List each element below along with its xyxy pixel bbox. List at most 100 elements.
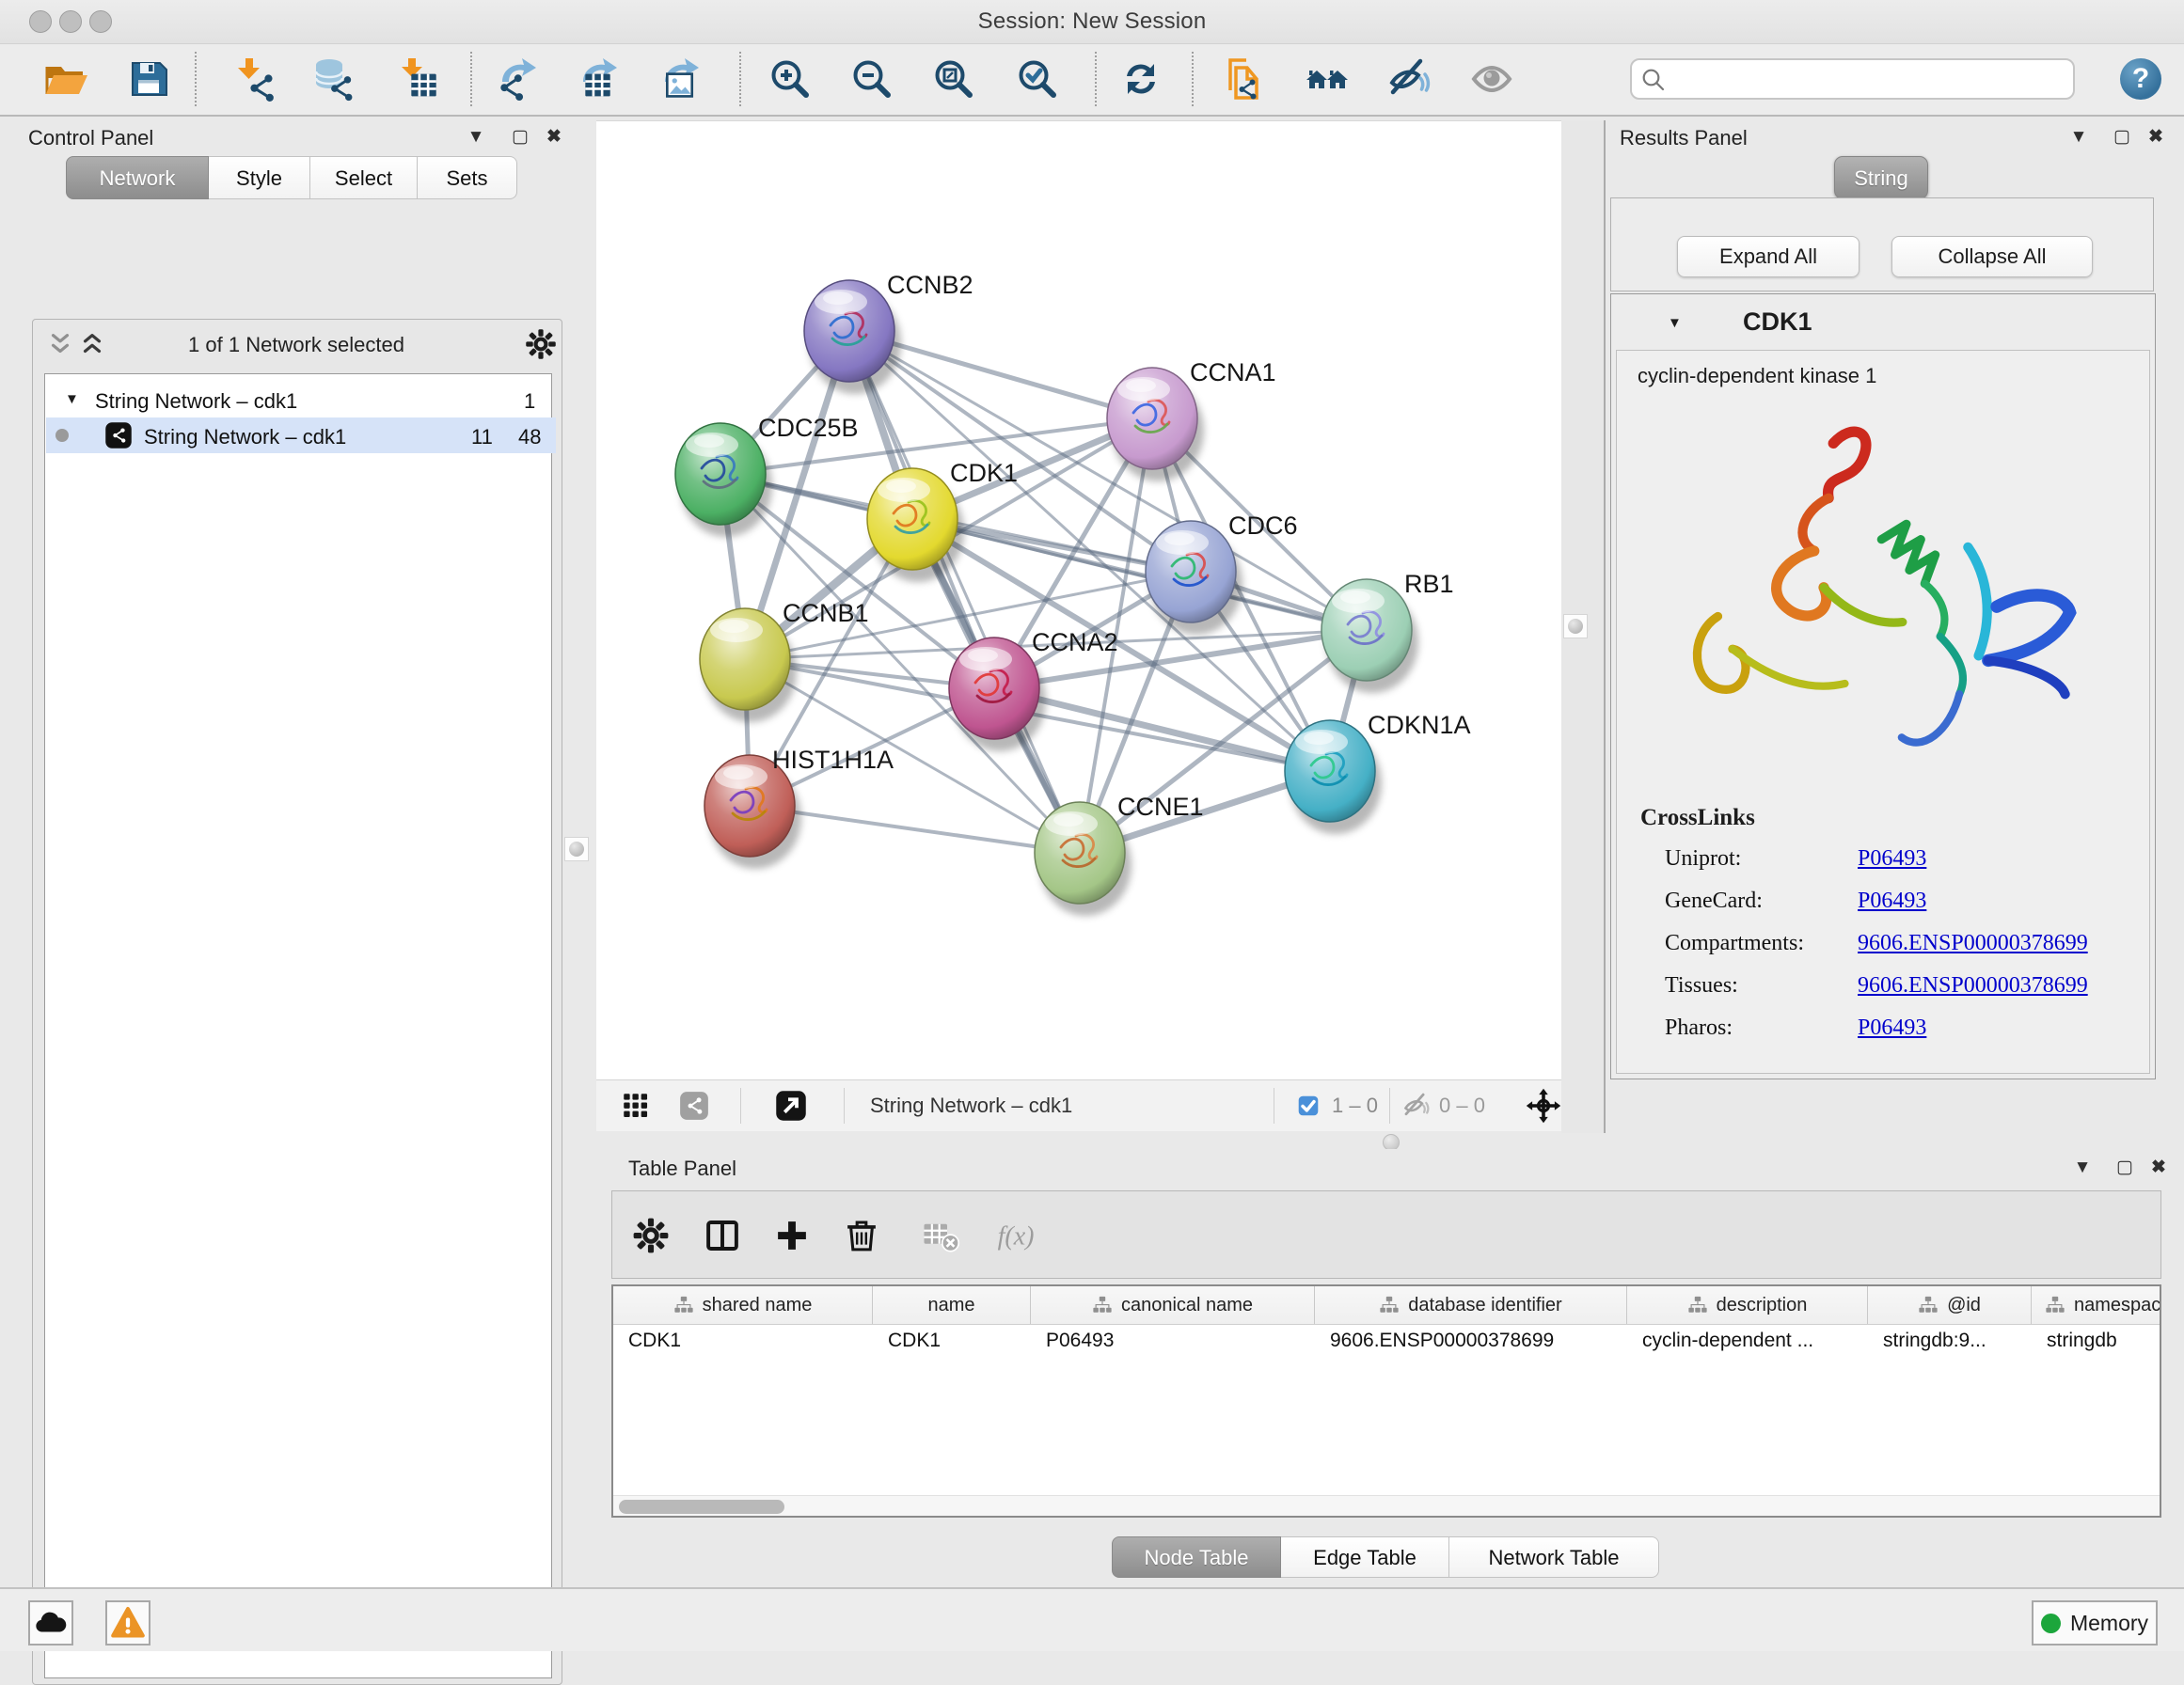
table-settings-gear-icon[interactable]	[631, 1216, 671, 1255]
network-node-ccne1[interactable]: CCNE1	[1035, 793, 1204, 916]
network-node-hist1h1a[interactable]: HIST1H1A	[704, 746, 894, 869]
open-external-icon[interactable]	[774, 1089, 808, 1123]
show-columns-icon[interactable]	[703, 1216, 742, 1255]
svg-text:f(x): f(x)	[998, 1222, 1035, 1252]
tab-network[interactable]: Network	[66, 156, 209, 199]
refresh-icon[interactable]	[1118, 56, 1163, 102]
results-panel-close-icon[interactable]: ✖	[2144, 125, 2168, 150]
crosslink-link[interactable]: 9606.ENSP00000378699	[1858, 931, 2088, 955]
control-panel-float-icon[interactable]: ▢	[508, 125, 532, 150]
collection-expand-icon[interactable]: ▼	[65, 391, 79, 407]
network-badge-icon[interactable]	[678, 1090, 710, 1122]
delete-column-icon[interactable]	[842, 1216, 881, 1255]
control-panel-tabs: Network Style Select Sets	[66, 156, 517, 199]
tab-string[interactable]: String	[1834, 156, 1928, 199]
network-node-cdc25b[interactable]: CDC25B	[675, 414, 859, 537]
crosslinks-title: CrossLinks	[1640, 805, 2139, 846]
column-header-description[interactable]: description	[1627, 1286, 1868, 1324]
network-node-ccna2[interactable]: CCNA2	[949, 628, 1118, 751]
table-panel-menu-icon[interactable]: ▼	[2070, 1156, 2095, 1180]
window-title: Session: New Session	[0, 0, 2184, 43]
crosslink-link[interactable]: P06493	[1858, 1016, 1926, 1040]
node-label: CCNA2	[1032, 628, 1118, 656]
import-database-icon[interactable]	[311, 56, 356, 102]
preview-eye-icon[interactable]	[1469, 56, 1514, 102]
export-image-icon[interactable]	[658, 56, 704, 102]
network-canvas[interactable]: CCNB2 CCNA1 CDC25BCDK1 CDC6RB1 CCNB1 CCNA2 CDK…	[596, 120, 1561, 1080]
crosslink-row: Uniprot:P06493	[1640, 846, 2139, 889]
column-header-namespace[interactable]: namespace	[2032, 1286, 2161, 1324]
home-icon[interactable]	[1305, 56, 1350, 102]
export-network-icon[interactable]	[496, 56, 541, 102]
network-options-gear-icon[interactable]	[524, 327, 558, 361]
export-table-icon[interactable]	[577, 56, 622, 102]
import-table-icon[interactable]	[397, 56, 442, 102]
left-splitter-handle[interactable]	[564, 837, 589, 861]
cloud-button[interactable]	[28, 1600, 73, 1646]
zoom-selected-icon[interactable]	[1015, 56, 1060, 102]
hidden-counts: 0 – 0	[1439, 1080, 1485, 1131]
network-collection-row[interactable]: ▼ String Network – cdk1 1	[46, 382, 556, 417]
move-crosshair-icon[interactable]	[1526, 1088, 1561, 1124]
column-header-database-identifier[interactable]: database identifier	[1315, 1286, 1627, 1324]
collapse-all-networks-icon[interactable]	[46, 330, 74, 358]
column-header-canonical-name[interactable]: canonical name	[1031, 1286, 1315, 1324]
column-header--id[interactable]: @id	[1868, 1286, 2032, 1324]
control-panel-menu-icon[interactable]: ▼	[464, 125, 488, 150]
memory-button[interactable]: Memory	[2032, 1600, 2158, 1646]
tab-select[interactable]: Select	[310, 156, 418, 199]
save-session-icon[interactable]	[126, 56, 171, 102]
network-row-selected[interactable]: String Network – cdk1 11 48	[46, 417, 556, 453]
tab-network-table[interactable]: Network Table	[1449, 1536, 1659, 1578]
network-node-ccnb1[interactable]: CCNB1	[700, 599, 869, 722]
column-header-label: shared name	[703, 1295, 813, 1316]
table-row[interactable]: CDK1CDK1P064939606.ENSP00000378699cyclin…	[613, 1324, 2161, 1359]
search-input[interactable]	[1677, 63, 2066, 97]
network-node-cdkn1a[interactable]: CDKN1A	[1285, 711, 1471, 834]
table-panel-close-icon[interactable]: ✖	[2146, 1156, 2171, 1180]
import-network-icon[interactable]	[232, 56, 277, 102]
node-label: CCNB2	[887, 271, 973, 299]
zoom-in-icon[interactable]	[768, 56, 813, 102]
hidden-eye-icon[interactable]	[1401, 1092, 1430, 1120]
zoom-fit-icon[interactable]	[931, 56, 976, 102]
tab-style[interactable]: Style	[209, 156, 310, 199]
column-header-name[interactable]: name	[873, 1286, 1031, 1324]
network-node-cdc6[interactable]: CDC6	[1146, 512, 1298, 635]
network-node-ccna1[interactable]: CCNA1	[1107, 358, 1276, 481]
network-node-rb1[interactable]: RB1	[1321, 570, 1454, 693]
help-button[interactable]: ?	[2120, 58, 2161, 100]
expand-all-button[interactable]: Expand All	[1677, 236, 1860, 277]
add-column-icon[interactable]	[772, 1216, 812, 1255]
collapse-all-button[interactable]: Collapse All	[1891, 236, 2093, 277]
crosslink-link[interactable]: 9606.ENSP00000378699	[1858, 973, 2088, 998]
grid-view-icon[interactable]	[620, 1090, 652, 1122]
right-splitter-handle[interactable]	[1563, 614, 1588, 638]
table-hscrollbar-thumb[interactable]	[619, 1500, 784, 1514]
column-header-label: @id	[1947, 1295, 1981, 1316]
annotation-visibility-icon[interactable]	[1385, 56, 1431, 102]
crosslink-link[interactable]: P06493	[1858, 889, 1926, 913]
column-header-shared-name[interactable]: shared name	[613, 1286, 873, 1324]
results-panel-menu-icon[interactable]: ▼	[2066, 125, 2091, 150]
crosslink-link[interactable]: P06493	[1858, 846, 1926, 871]
clone-network-icon[interactable]	[1221, 56, 1266, 102]
network-edge[interactable]	[849, 331, 1080, 853]
network-view-title: String Network – cdk1	[870, 1080, 1072, 1131]
selected-checkbox-icon[interactable]	[1296, 1094, 1321, 1118]
warnings-button[interactable]	[105, 1600, 150, 1646]
results-panel-float-icon[interactable]: ▢	[2110, 125, 2134, 150]
tab-sets[interactable]: Sets	[418, 156, 517, 199]
entry-collapse-icon[interactable]: ▼	[1668, 315, 1682, 331]
network-node-ccnb2[interactable]: CCNB2	[804, 271, 973, 394]
tab-edge-table[interactable]: Edge Table	[1281, 1536, 1449, 1578]
network-list-box: 1 of 1 Network selected ▼ String Network…	[32, 319, 562, 1685]
expand-all-networks-icon[interactable]	[78, 330, 106, 358]
network-node-cdk1[interactable]: CDK1	[867, 459, 1018, 582]
tab-node-table[interactable]: Node Table	[1112, 1536, 1281, 1578]
open-session-icon[interactable]	[43, 56, 88, 102]
network-selection-status: 1 of 1 Network selected	[118, 333, 475, 357]
table-panel-float-icon[interactable]: ▢	[2113, 1156, 2137, 1180]
zoom-out-icon[interactable]	[849, 56, 894, 102]
control-panel-close-icon[interactable]: ✖	[542, 125, 566, 150]
